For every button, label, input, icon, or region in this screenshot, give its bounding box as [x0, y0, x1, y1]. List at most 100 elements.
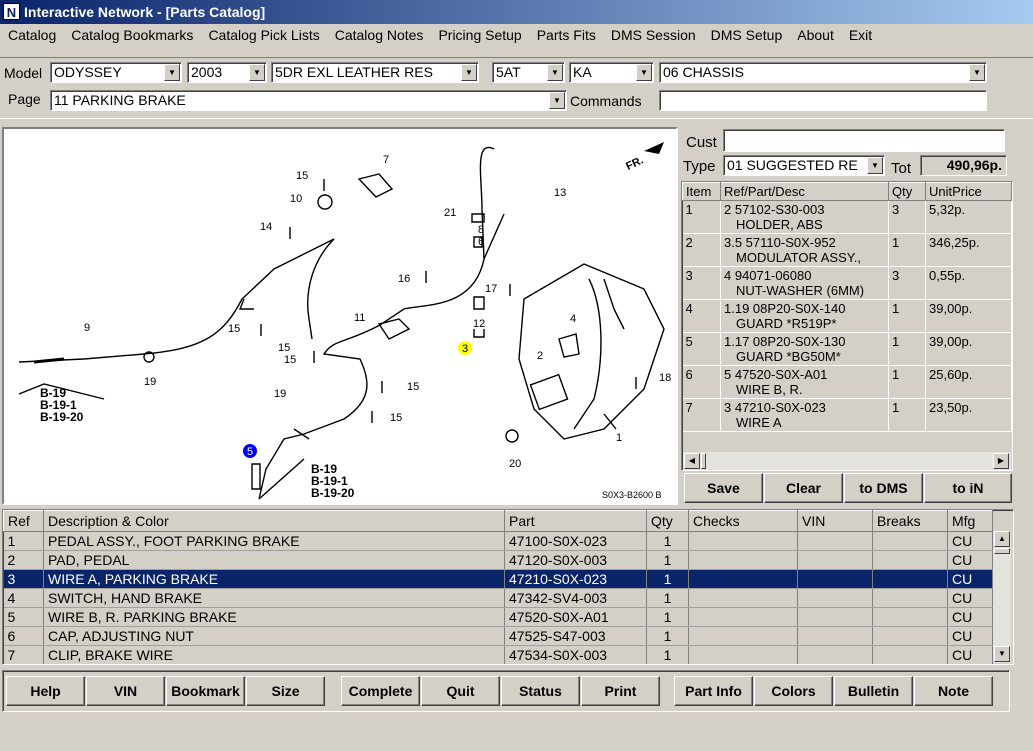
commands-input[interactable] [659, 90, 987, 111]
table-row[interactable]: 3 WIRE A, PARKING BRAKE 47210-S0X-023 1 CU [3, 569, 993, 589]
callout-18[interactable]: 18 [659, 372, 671, 384]
col-ref-part-desc[interactable]: Ref/Part/Desc [720, 182, 889, 201]
quote-row[interactable]: 73 47210-S0X-023 WIRE A 1 23,50р. [682, 398, 1012, 432]
col-item[interactable]: Item [682, 182, 721, 201]
section-select[interactable]: 06 CHASSIS ▼ [659, 62, 987, 83]
to-dms-button[interactable]: to DMS [844, 473, 923, 503]
col-part[interactable]: Part [504, 510, 647, 532]
callout-12[interactable]: 12 [473, 318, 485, 330]
callout-1[interactable]: 1 [616, 432, 622, 444]
quote-row[interactable]: 34 94071-06080 NUT-WASHER (6MM) 3 0,55р. [682, 266, 1012, 300]
type-select[interactable]: 01 SUGGESTED RE ▼ [723, 155, 885, 176]
chevron-down-icon[interactable]: ▼ [249, 64, 265, 81]
col-qty[interactable]: Qty [646, 510, 689, 532]
menu-dms-session[interactable]: DMS Session [611, 27, 696, 43]
table-row[interactable]: 4 SWITCH, HAND BRAKE 47342-SV4-003 1 CU [3, 588, 993, 608]
quote-hscrollbar[interactable]: ◀ ▶ [683, 452, 1011, 470]
callout-19[interactable]: 19 [274, 388, 286, 400]
parts-vscrollbar[interactable]: ▲ ▼ [993, 531, 1011, 663]
help-button[interactable]: Help [6, 676, 85, 706]
table-row[interactable]: 5 WIRE B, R. PARKING BRAKE 47520-S0X-A01 1 C… [3, 607, 993, 627]
col-ref[interactable]: Ref [3, 510, 44, 532]
col-description[interactable]: Description & Color [43, 510, 505, 532]
save-button[interactable]: Save [684, 473, 763, 503]
scroll-up-icon[interactable]: ▲ [994, 531, 1010, 547]
print-button[interactable]: Print [581, 676, 660, 706]
callout-16[interactable]: 16 [398, 273, 410, 285]
col-qty[interactable]: Qty [888, 182, 926, 201]
chevron-down-icon[interactable]: ▼ [461, 64, 477, 81]
ref-label[interactable]: B-19-20 [311, 486, 355, 500]
page-select[interactable]: 11 PARKING BRAKE ▼ [50, 90, 567, 111]
menu-exit[interactable]: Exit [849, 27, 872, 43]
part-info-button[interactable]: Part Info [674, 676, 753, 706]
callout-8[interactable]: 8 [478, 224, 484, 236]
callout-7[interactable]: 7 [383, 154, 389, 166]
callout-5[interactable]: 5 [247, 446, 253, 458]
callout-11[interactable]: 11 [354, 312, 365, 324]
model-select[interactable]: ODYSSEY ▼ [50, 62, 182, 83]
callout-2[interactable]: 2 [537, 350, 543, 362]
note-button[interactable]: Note [914, 676, 993, 706]
menu-catalog[interactable]: Catalog [8, 27, 56, 43]
menu-dms-setup[interactable]: DMS Setup [711, 27, 783, 43]
callout-15[interactable]: 15 [296, 170, 308, 182]
scroll-thumb[interactable] [701, 453, 706, 469]
bulletin-button[interactable]: Bulletin [834, 676, 913, 706]
quit-button[interactable]: Quit [421, 676, 500, 706]
callout-20[interactable]: 20 [509, 458, 521, 470]
callout-17[interactable]: 17 [485, 283, 497, 295]
quote-row[interactable]: 5 1.17 08P20-S0X-130 GUARD *BG50M* 1 39,00р. [682, 332, 1012, 366]
callout-13[interactable]: 13 [554, 187, 566, 199]
col-mfg[interactable]: Mfg [947, 510, 993, 532]
callout-15[interactable]: 15 [407, 381, 419, 393]
quote-row[interactable]: 65 47520-S0X-A01 WIRE B, R. 1 25,60р. [682, 365, 1012, 399]
year-select[interactable]: 2003 ▼ [187, 62, 267, 83]
quote-row[interactable]: 12 57102-S30-003 HOLDER, ABS 3 5,32р. [682, 200, 1012, 234]
quote-row[interactable]: 2 3.5 57110-S0X-952 MODULATOR ASSY., 1 346,2… [682, 233, 1012, 267]
menu-catalog-bookmarks[interactable]: Catalog Bookmarks [71, 27, 193, 43]
table-row[interactable]: 1 PEDAL ASSY., FOOT PARKING BRAKE 47100-S0… [3, 531, 993, 551]
region-select[interactable]: KA ▼ [569, 62, 654, 83]
callout-15[interactable]: 15 [284, 354, 296, 366]
col-checks[interactable]: Checks [688, 510, 798, 532]
chevron-down-icon[interactable]: ▼ [164, 64, 180, 81]
cust-input[interactable] [723, 129, 1005, 152]
menu-catalog-notes[interactable]: Catalog Notes [335, 27, 424, 43]
callout-19[interactable]: 19 [144, 376, 156, 388]
scroll-left-icon[interactable]: ◀ [684, 453, 700, 469]
clear-button[interactable]: Clear [764, 473, 843, 503]
scroll-right-icon[interactable]: ▶ [993, 453, 1009, 469]
callout-15[interactable]: 15 [390, 412, 402, 424]
chevron-down-icon[interactable]: ▼ [549, 92, 565, 109]
table-row[interactable]: 6 CAP, ADJUSTING NUT 47525-S47-003 1 CU [3, 626, 993, 646]
status-button[interactable]: Status [501, 676, 580, 706]
callout-15[interactable]: 15 [278, 342, 290, 354]
complete-button[interactable]: Complete [341, 676, 420, 706]
menu-parts-fits[interactable]: Parts Fits [537, 27, 596, 43]
vin-button[interactable]: VIN [86, 676, 165, 706]
chevron-down-icon[interactable]: ▼ [636, 64, 652, 81]
callout-6[interactable]: 6 [478, 236, 484, 248]
ref-label[interactable]: B-19-20 [40, 410, 84, 424]
callout-15[interactable]: 15 [228, 323, 240, 335]
table-row[interactable]: 2 PAD, PEDAL 47120-S0X-003 1 CU [3, 550, 993, 570]
col-vin[interactable]: VIN [797, 510, 873, 532]
parts-diagram[interactable]: S0X3-B2600 B FR. 1 2 3 4 5 6 7 8 9 10 11 12 13 14 15 16… [2, 127, 678, 505]
table-row[interactable]: 7 CLIP, BRAKE WIRE 47534-S0X-003 1 CU [3, 645, 993, 664]
callout-9[interactable]: 9 [84, 322, 90, 334]
chevron-down-icon[interactable]: ▼ [547, 64, 563, 81]
callout-10[interactable]: 10 [290, 193, 302, 205]
menu-catalog-pick-lists[interactable]: Catalog Pick Lists [208, 27, 319, 43]
menu-pricing-setup[interactable]: Pricing Setup [438, 27, 521, 43]
size-button[interactable]: Size [246, 676, 325, 706]
callout-3[interactable]: 3 [462, 343, 468, 355]
col-breaks[interactable]: Breaks [872, 510, 948, 532]
to-in-button[interactable]: to iN [924, 473, 1012, 503]
quote-row[interactable]: 4 1.19 08P20-S0X-140 GUARD *R519P* 1 39,00р. [682, 299, 1012, 333]
transmission-select[interactable]: 5AT ▼ [492, 62, 565, 83]
chevron-down-icon[interactable]: ▼ [867, 157, 883, 174]
colors-button[interactable]: Colors [754, 676, 833, 706]
callout-21[interactable]: 21 [444, 207, 456, 219]
callout-4[interactable]: 4 [570, 313, 576, 325]
